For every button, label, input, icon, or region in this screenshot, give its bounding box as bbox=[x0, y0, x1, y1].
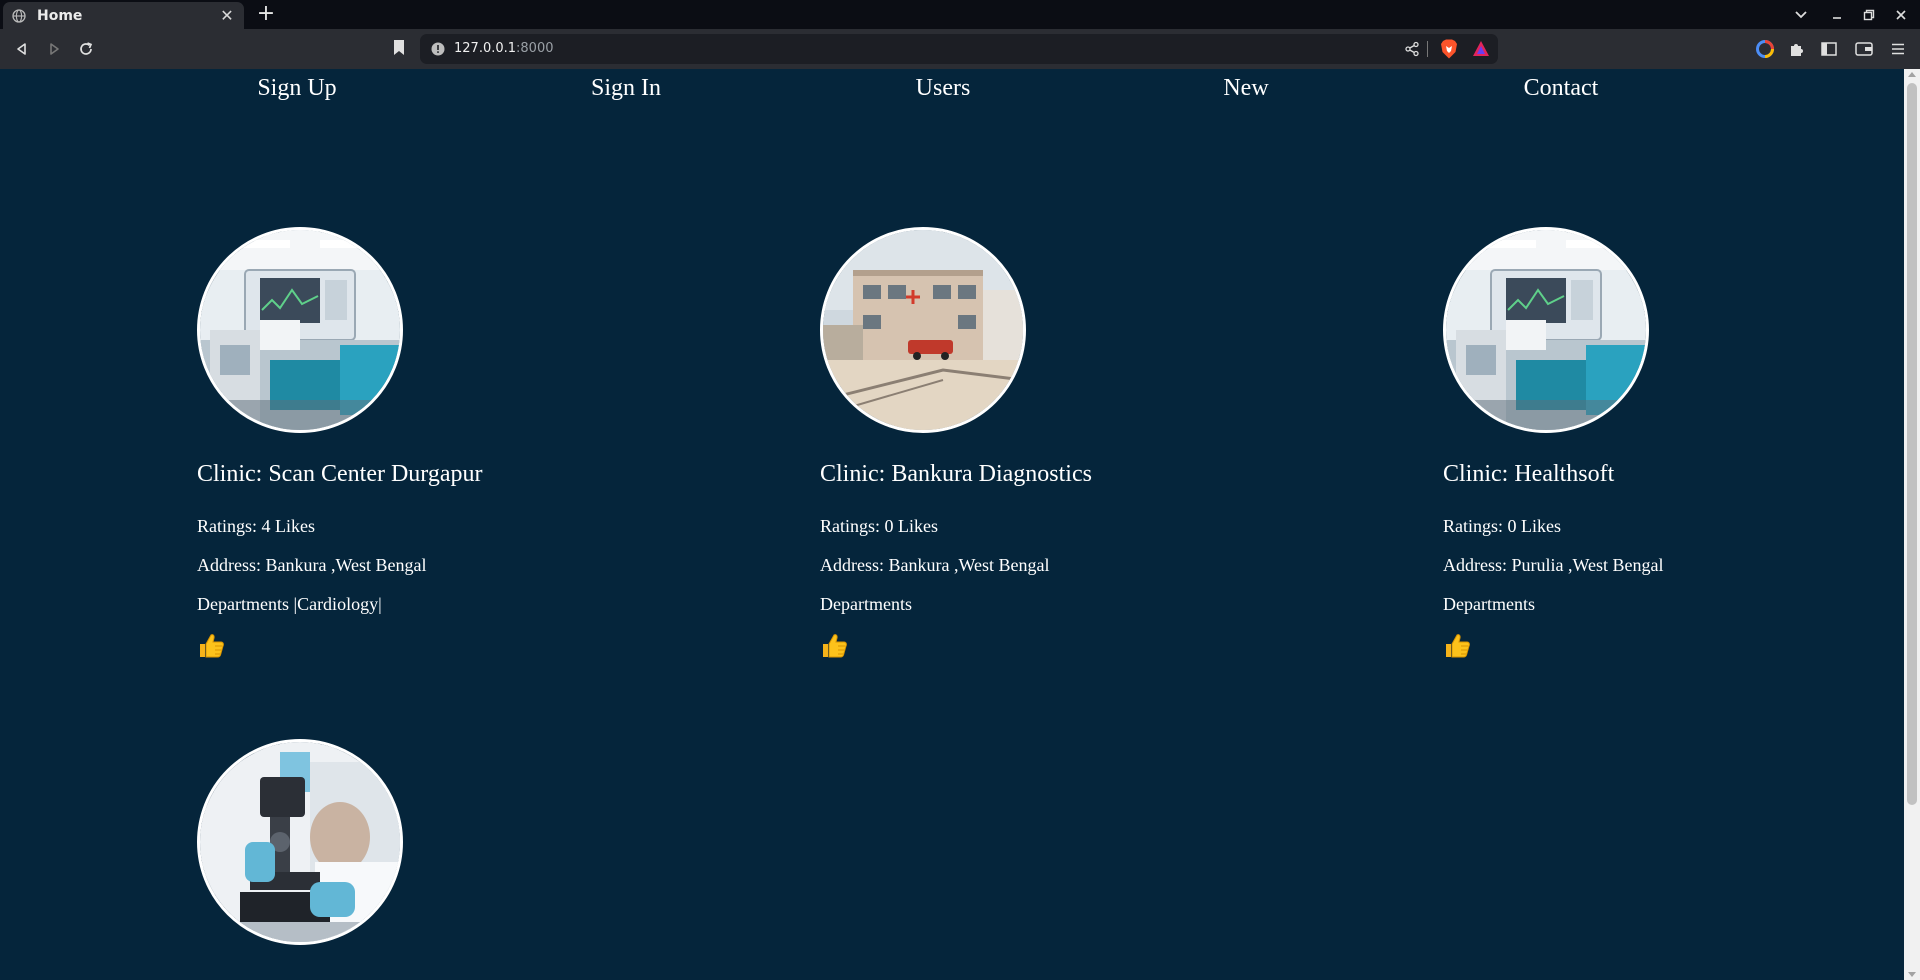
brave-rewards-icon[interactable] bbox=[1472, 40, 1490, 58]
clinic-name: Clinic: Bankura Diagnostics bbox=[820, 461, 1092, 487]
main-menu-icon[interactable] bbox=[1888, 39, 1908, 59]
nav-link-sign-in[interactable]: Sign In bbox=[591, 75, 661, 102]
clinic-name: Clinic: Scan Center Durgapur bbox=[197, 461, 483, 487]
wallet-icon[interactable] bbox=[1854, 39, 1874, 59]
sidebar-toggle-icon[interactable] bbox=[1819, 39, 1839, 59]
clinic-departments: Departments bbox=[1443, 594, 1535, 614]
browser-tab-home[interactable]: Home ✕ bbox=[3, 2, 244, 29]
vertical-scrollbar[interactable] bbox=[1904, 69, 1920, 980]
bookmark-icon[interactable] bbox=[392, 39, 406, 57]
clinic-image bbox=[1443, 227, 1649, 433]
clinic-name: Clinic: Healthsoft bbox=[1443, 461, 1615, 487]
nav-link-contact[interactable]: Contact bbox=[1524, 75, 1599, 102]
scroll-up-arrow-icon[interactable] bbox=[1908, 72, 1916, 77]
scrollbar-thumb[interactable] bbox=[1907, 83, 1917, 805]
tab-title: Home bbox=[37, 7, 83, 24]
extensions-puzzle-icon[interactable] bbox=[1787, 39, 1807, 59]
clinic-ratings: Ratings: 0 Likes bbox=[820, 516, 938, 536]
nav-link-new[interactable]: New bbox=[1223, 75, 1268, 102]
thumbs-up-icon[interactable] bbox=[197, 632, 225, 660]
url-text: 127.0.0.1:8000 bbox=[454, 41, 554, 56]
share-icon[interactable] bbox=[1404, 41, 1420, 57]
scroll-down-arrow-icon[interactable] bbox=[1908, 972, 1916, 977]
clinic-ratings: Ratings: 4 Likes bbox=[197, 516, 315, 536]
close-window-button[interactable] bbox=[1884, 3, 1918, 27]
thumbs-up-icon[interactable] bbox=[1443, 632, 1471, 660]
clinic-image bbox=[197, 227, 403, 433]
url-port: :8000 bbox=[516, 41, 554, 56]
top-navigation: Sign Up Sign In Users New Contact bbox=[0, 69, 1904, 113]
back-button[interactable] bbox=[10, 37, 34, 61]
clinic-departments: Departments bbox=[820, 594, 912, 614]
tab-strip: Home ✕ + bbox=[0, 0, 1920, 29]
clinic-image bbox=[820, 227, 1026, 433]
nav-link-sign-up[interactable]: Sign Up bbox=[257, 75, 336, 102]
clinic-address: Address: Bankura ,West Bengal bbox=[197, 555, 427, 575]
nav-link-users[interactable]: Users bbox=[916, 75, 971, 102]
omnibox-divider bbox=[1427, 41, 1428, 57]
url-host: 127.0.0.1 bbox=[454, 41, 517, 56]
restore-window-button[interactable] bbox=[1852, 3, 1886, 27]
clinic-card bbox=[197, 739, 717, 980]
reload-button[interactable] bbox=[74, 37, 98, 61]
clinic-card: Clinic: Healthsoft Ratings: 0 Likes Addr… bbox=[1443, 227, 1904, 667]
tab-search-chevron-icon[interactable] bbox=[1784, 3, 1818, 27]
brave-shields-icon[interactable] bbox=[1440, 39, 1458, 59]
clinic-departments: Departments |Cardiology| bbox=[197, 594, 382, 614]
clinic-card: Clinic: Scan Center Durgapur Ratings: 4 … bbox=[197, 227, 717, 667]
address-bar[interactable]: 127.0.0.1:8000 bbox=[420, 34, 1498, 64]
minimize-window-button[interactable] bbox=[1820, 3, 1854, 27]
site-info-icon[interactable] bbox=[430, 41, 446, 57]
close-tab-icon[interactable]: ✕ bbox=[218, 6, 236, 25]
color-extension-icon[interactable] bbox=[1755, 39, 1775, 59]
forward-button[interactable] bbox=[42, 37, 66, 61]
new-tab-button[interactable]: + bbox=[254, 3, 278, 27]
clinic-address: Address: Purulia ,West Bengal bbox=[1443, 555, 1664, 575]
browser-toolbar: 127.0.0.1:8000 bbox=[0, 29, 1920, 69]
page-content: Sign Up Sign In Users New Contact Clinic… bbox=[0, 69, 1904, 980]
clinic-ratings: Ratings: 0 Likes bbox=[1443, 516, 1561, 536]
clinic-card: Clinic: Bankura Diagnostics Ratings: 0 L… bbox=[820, 227, 1340, 667]
clinic-image bbox=[197, 739, 403, 945]
clinic-address: Address: Bankura ,West Bengal bbox=[820, 555, 1050, 575]
thumbs-up-icon[interactable] bbox=[820, 632, 848, 660]
globe-icon bbox=[11, 8, 27, 24]
